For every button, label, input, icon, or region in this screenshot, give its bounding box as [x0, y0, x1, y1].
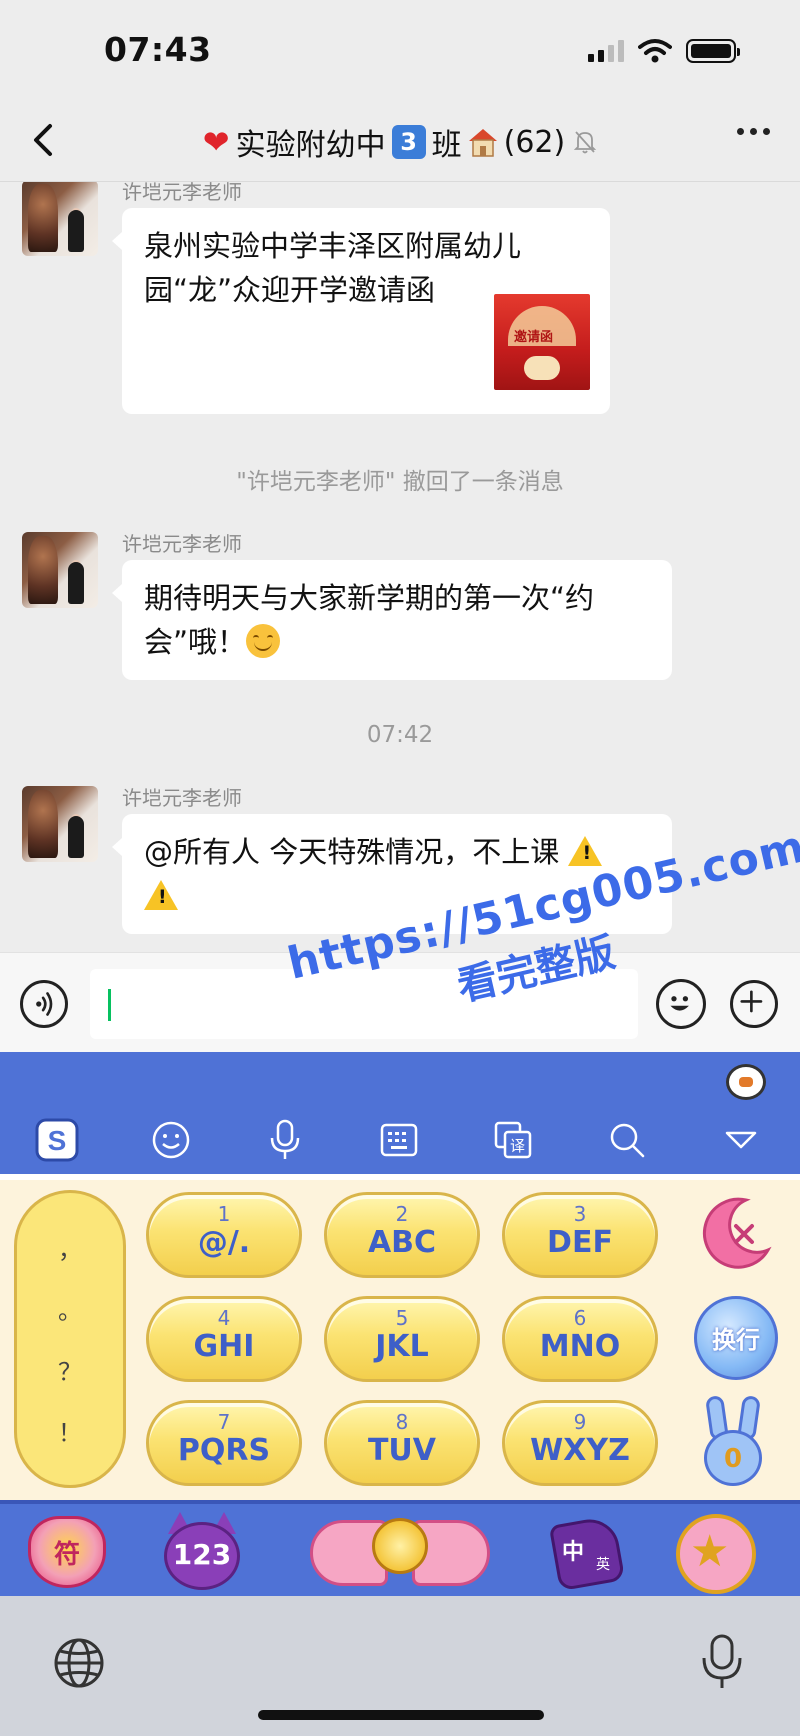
moon-brooch-icon [372, 1518, 428, 1574]
key-4[interactable]: 4 GHI [146, 1296, 302, 1382]
key-6[interactable]: 6 MNO [502, 1296, 658, 1382]
avatar[interactable] [22, 182, 98, 256]
key-8[interactable]: 8 TUV [324, 1400, 480, 1486]
message-bubble[interactable]: 泉州实验中学丰泽区附属幼儿园“龙”众迎开学邀请函 邀请函 [112, 208, 610, 414]
system-keyboard-bar [0, 1596, 800, 1736]
punct-comma[interactable]: ， [58, 1230, 82, 1265]
mic-icon [270, 1119, 300, 1159]
sender-name: 许垲元李老师 [122, 532, 242, 556]
avatar[interactable] [22, 786, 98, 862]
star-key[interactable]: ★ [674, 1512, 758, 1596]
svg-text:S: S [48, 1125, 67, 1156]
smile-emoji-icon [246, 624, 281, 658]
heart-icon: ❤ [202, 123, 230, 161]
message-bubble[interactable]: @所有人 今天特殊情况，不上课 ! ! [112, 814, 672, 934]
sogou-logo-icon: S [35, 1118, 79, 1162]
language-switch-key[interactable]: 中 英 [546, 1512, 626, 1592]
more-options-button[interactable] [737, 128, 770, 135]
punct-exclaim[interactable]: ！ [58, 1413, 82, 1448]
voice-typing-button[interactable] [228, 1118, 342, 1162]
translate-label: 译 [510, 1137, 525, 1155]
keyboard-bottom-row: 符 123 中 英 ★ [0, 1500, 800, 1596]
message-input[interactable] [90, 969, 638, 1039]
message-bubble[interactable]: 期待明天与大家新学期的第一次“约会”哦！ [112, 560, 672, 680]
emoji-button[interactable] [656, 979, 706, 1029]
punctuation-column[interactable]: ， 。 ？ ！ [14, 1190, 126, 1488]
recall-notice: "许垲元李老师" 撤回了一条消息 [236, 469, 564, 495]
status-time: 07:43 [104, 30, 212, 69]
dictation-mic-icon[interactable] [700, 1632, 744, 1692]
bell-muted-icon [574, 131, 597, 154]
chat-header: ❤ 实验附幼中 3 班 (62) [0, 100, 800, 182]
space-key[interactable] [310, 1512, 490, 1596]
zero-key[interactable]: 0 [700, 1394, 766, 1488]
message-text: 期待明天与大家新学期的第一次“约会”哦！ [144, 581, 595, 659]
translate-icon: 译 [494, 1121, 532, 1159]
warning-icon: ! [568, 836, 603, 866]
key-5[interactable]: 5 JKL [324, 1296, 480, 1382]
invitation-card-thumbnail[interactable]: 邀请函 [494, 294, 590, 390]
home-indicator[interactable] [258, 1710, 544, 1720]
sender-name: 许垲元李老师 [122, 786, 242, 810]
key-3[interactable]: 3 DEF [502, 1192, 658, 1278]
sender-name: 许垲元李老师 [122, 182, 242, 204]
enter-key[interactable]: 换行 [694, 1296, 778, 1380]
zero-label: 0 [723, 1444, 743, 1474]
globe-icon[interactable] [52, 1636, 106, 1690]
message-list[interactable]: 许垲元李老师 泉州实验中学丰泽区附属幼儿园“龙”众迎开学邀请函 邀请函 "许垲元… [0, 182, 800, 952]
timestamp: 07:42 [366, 722, 434, 748]
collapse-keyboard-button[interactable] [684, 1128, 798, 1152]
title-suffix: 班 [431, 128, 462, 163]
punct-period[interactable]: 。 [58, 1291, 82, 1326]
status-bar: 07:43 [0, 0, 800, 100]
message-text: @所有人 今天特殊情况，不上课 [144, 835, 560, 869]
text-caret [108, 989, 111, 1021]
warning-icon: ! [144, 880, 178, 910]
search-button[interactable] [570, 1120, 684, 1160]
translate-button[interactable]: 译 [456, 1120, 570, 1160]
key-9[interactable]: 9 WXYZ [502, 1400, 658, 1486]
emoji-icon [152, 1121, 190, 1159]
input-bar [0, 952, 800, 1052]
numbers-label: 123 [172, 1538, 232, 1571]
key-2[interactable]: 2 ABC [324, 1192, 480, 1278]
plus-button[interactable] [730, 980, 778, 1028]
house-icon [468, 129, 497, 157]
language-sub-label: 英 [596, 1557, 610, 1573]
avatar[interactable] [22, 532, 98, 608]
keyboard-keys: ， 。 ？ ！ 1 @/. 2 ABC 3 DEF 4 GHI 5 JKL 6 MNO 7P… [0, 1180, 800, 1500]
battery-icon [686, 39, 740, 63]
status-icons [588, 38, 740, 64]
enter-label: 换行 [712, 1326, 760, 1354]
card-thumb-label: 邀请函 [514, 330, 554, 345]
punct-question[interactable]: ？ [58, 1352, 82, 1387]
symbols-key[interactable]: 符 [22, 1512, 112, 1592]
symbols-label: 符 [53, 1540, 80, 1570]
member-count: (62) [503, 124, 566, 160]
wifi-icon [638, 39, 672, 63]
keyboard-icon [380, 1123, 418, 1157]
key-7[interactable]: 7 PQRS [146, 1400, 302, 1486]
keyboard-toolbar: S 译 [0, 1052, 800, 1186]
key-1[interactable]: 1 @/. [146, 1192, 302, 1278]
cellular-signal-icon [588, 40, 624, 62]
language-label: 中 [562, 1540, 585, 1565]
class-number-badge: 3 [391, 125, 426, 159]
title-prefix: 实验附幼中 [235, 128, 386, 163]
star-icon: ★ [690, 1526, 730, 1577]
keyboard-switch-button[interactable] [342, 1122, 456, 1158]
voice-input-button[interactable] [20, 980, 68, 1028]
backspace-key[interactable] [694, 1194, 774, 1274]
numbers-key[interactable]: 123 [160, 1512, 244, 1592]
sogou-logo-button[interactable]: S [0, 1117, 114, 1163]
emoji-panel-button[interactable] [114, 1120, 228, 1160]
search-icon [610, 1123, 645, 1158]
chat-title: ❤ 实验附幼中 3 班 (62) [0, 120, 800, 164]
mascot-icon[interactable] [726, 1064, 766, 1100]
collapse-icon [725, 1131, 757, 1149]
